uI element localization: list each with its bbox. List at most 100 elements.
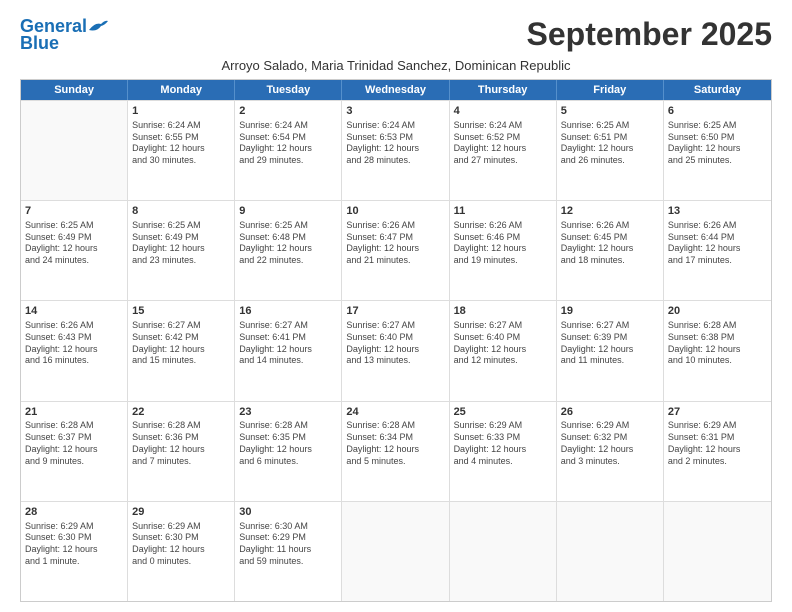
day-info: Sunrise: 6:29 AMSunset: 6:33 PMDaylight:… (454, 420, 552, 467)
calendar-cell: 6Sunrise: 6:25 AMSunset: 6:50 PMDaylight… (664, 101, 771, 200)
day-number: 5 (561, 104, 659, 119)
day-number: 25 (454, 405, 552, 420)
calendar-cell: 11Sunrise: 6:26 AMSunset: 6:46 PMDayligh… (450, 201, 557, 300)
logo-blue: Blue (20, 33, 59, 54)
calendar-cell: 28Sunrise: 6:29 AMSunset: 6:30 PMDayligh… (21, 502, 128, 601)
day-info: Sunrise: 6:24 AMSunset: 6:53 PMDaylight:… (346, 120, 444, 167)
day-number: 9 (239, 204, 337, 219)
day-info: Sunrise: 6:26 AMSunset: 6:45 PMDaylight:… (561, 220, 659, 267)
day-info: Sunrise: 6:29 AMSunset: 6:32 PMDaylight:… (561, 420, 659, 467)
day-info: Sunrise: 6:26 AMSunset: 6:46 PMDaylight:… (454, 220, 552, 267)
day-info: Sunrise: 6:30 AMSunset: 6:29 PMDaylight:… (239, 521, 337, 568)
calendar-cell: 2Sunrise: 6:24 AMSunset: 6:54 PMDaylight… (235, 101, 342, 200)
calendar-cell: 26Sunrise: 6:29 AMSunset: 6:32 PMDayligh… (557, 402, 664, 501)
month-title: September 2025 (527, 16, 772, 53)
day-number: 18 (454, 304, 552, 319)
day-info: Sunrise: 6:25 AMSunset: 6:49 PMDaylight:… (132, 220, 230, 267)
day-info: Sunrise: 6:28 AMSunset: 6:35 PMDaylight:… (239, 420, 337, 467)
day-info: Sunrise: 6:28 AMSunset: 6:37 PMDaylight:… (25, 420, 123, 467)
day-info: Sunrise: 6:27 AMSunset: 6:41 PMDaylight:… (239, 320, 337, 367)
day-of-week-tuesday: Tuesday (235, 80, 342, 100)
day-number: 19 (561, 304, 659, 319)
day-info: Sunrise: 6:24 AMSunset: 6:54 PMDaylight:… (239, 120, 337, 167)
subtitle: Arroyo Salado, Maria Trinidad Sanchez, D… (20, 58, 772, 73)
day-info: Sunrise: 6:28 AMSunset: 6:34 PMDaylight:… (346, 420, 444, 467)
day-number: 20 (668, 304, 767, 319)
logo-bird-icon (87, 18, 109, 36)
calendar-week-2: 7 Sunrise: 6:25 AMSunset: 6:49 PMDaylight… (21, 200, 771, 300)
day-info: Sunrise: 6:25 AMSunset: 6:48 PMDaylight:… (239, 220, 337, 267)
calendar-cell: 7Sunrise: 6:25 AMSunset: 6:49 PMDaylight… (21, 201, 128, 300)
calendar-cell (342, 502, 449, 601)
calendar-week-5: 28Sunrise: 6:29 AMSunset: 6:30 PMDayligh… (21, 501, 771, 601)
calendar-cell: 27Sunrise: 6:29 AMSunset: 6:31 PMDayligh… (664, 402, 771, 501)
day-info: Sunrise: 6:28 AMSunset: 6:36 PMDaylight:… (132, 420, 230, 467)
calendar-header: SundayMondayTuesdayWednesdayThursdayFrid… (21, 80, 771, 100)
calendar-week-4: 21Sunrise: 6:28 AMSunset: 6:37 PMDayligh… (21, 401, 771, 501)
day-of-week-monday: Monday (128, 80, 235, 100)
calendar-cell: 4Sunrise: 6:24 AMSunset: 6:52 PMDaylight… (450, 101, 557, 200)
calendar-cell: 15Sunrise: 6:27 AMSunset: 6:42 PMDayligh… (128, 301, 235, 400)
calendar-cell: 18Sunrise: 6:27 AMSunset: 6:40 PMDayligh… (450, 301, 557, 400)
day-number: 27 (668, 405, 767, 420)
day-info: Sunrise: 6:29 AMSunset: 6:30 PMDaylight:… (132, 521, 230, 568)
day-of-week-wednesday: Wednesday (342, 80, 449, 100)
calendar-cell: 1Sunrise: 6:24 AMSunset: 6:55 PMDaylight… (128, 101, 235, 200)
calendar-cell: 24Sunrise: 6:28 AMSunset: 6:34 PMDayligh… (342, 402, 449, 501)
calendar: SundayMondayTuesdayWednesdayThursdayFrid… (20, 79, 772, 602)
day-number: 13 (668, 204, 767, 219)
day-info: Sunrise: 6:26 AMSunset: 6:43 PMDaylight:… (25, 320, 123, 367)
day-number: 17 (346, 304, 444, 319)
day-number: 22 (132, 405, 230, 420)
day-of-week-friday: Friday (557, 80, 664, 100)
day-info: Sunrise: 6:25 AMSunset: 6:51 PMDaylight:… (561, 120, 659, 167)
calendar-cell (21, 101, 128, 200)
day-info: Sunrise: 6:24 AMSunset: 6:52 PMDaylight:… (454, 120, 552, 167)
calendar-week-1: 1Sunrise: 6:24 AMSunset: 6:55 PMDaylight… (21, 100, 771, 200)
day-info: Sunrise: 6:29 AMSunset: 6:31 PMDaylight:… (668, 420, 767, 467)
day-number: 4 (454, 104, 552, 119)
calendar-week-3: 14Sunrise: 6:26 AMSunset: 6:43 PMDayligh… (21, 300, 771, 400)
day-number: 2 (239, 104, 337, 119)
page: General Blue September 2025 Arroyo Salad… (0, 0, 792, 612)
day-number: 29 (132, 505, 230, 520)
calendar-cell: 16Sunrise: 6:27 AMSunset: 6:41 PMDayligh… (235, 301, 342, 400)
day-info: Sunrise: 6:29 AMSunset: 6:30 PMDaylight:… (25, 521, 123, 568)
day-info: Sunrise: 6:26 AMSunset: 6:47 PMDaylight:… (346, 220, 444, 267)
day-info: Sunrise: 6:28 AMSunset: 6:38 PMDaylight:… (668, 320, 767, 367)
calendar-cell: 20Sunrise: 6:28 AMSunset: 6:38 PMDayligh… (664, 301, 771, 400)
calendar-cell: 5Sunrise: 6:25 AMSunset: 6:51 PMDaylight… (557, 101, 664, 200)
day-number: 1 (132, 104, 230, 119)
calendar-cell: 22Sunrise: 6:28 AMSunset: 6:36 PMDayligh… (128, 402, 235, 501)
day-info: Sunrise: 6:27 AMSunset: 6:40 PMDaylight:… (454, 320, 552, 367)
day-info: Sunrise: 6:25 AMSunset: 6:50 PMDaylight:… (668, 120, 767, 167)
day-number: 30 (239, 505, 337, 520)
calendar-cell: 13Sunrise: 6:26 AMSunset: 6:44 PMDayligh… (664, 201, 771, 300)
calendar-cell: 3Sunrise: 6:24 AMSunset: 6:53 PMDaylight… (342, 101, 449, 200)
day-number: 11 (454, 204, 552, 219)
calendar-cell: 14Sunrise: 6:26 AMSunset: 6:43 PMDayligh… (21, 301, 128, 400)
day-number: 14 (25, 304, 123, 319)
day-number: 21 (25, 405, 123, 420)
calendar-cell (450, 502, 557, 601)
day-number: 26 (561, 405, 659, 420)
calendar-cell: 9Sunrise: 6:25 AMSunset: 6:48 PMDaylight… (235, 201, 342, 300)
day-info: Sunrise: 6:26 AMSunset: 6:44 PMDaylight:… (668, 220, 767, 267)
calendar-cell: 25Sunrise: 6:29 AMSunset: 6:33 PMDayligh… (450, 402, 557, 501)
calendar-cell: 29Sunrise: 6:29 AMSunset: 6:30 PMDayligh… (128, 502, 235, 601)
day-number: 24 (346, 405, 444, 420)
day-number: 16 (239, 304, 337, 319)
day-info: Sunrise: 6:27 AMSunset: 6:42 PMDaylight:… (132, 320, 230, 367)
day-number: 7 (25, 204, 123, 219)
day-of-week-sunday: Sunday (21, 80, 128, 100)
day-number: 10 (346, 204, 444, 219)
day-info: Sunrise: 6:27 AMSunset: 6:39 PMDaylight:… (561, 320, 659, 367)
logo: General Blue (20, 16, 109, 54)
day-number: 12 (561, 204, 659, 219)
calendar-cell: 21Sunrise: 6:28 AMSunset: 6:37 PMDayligh… (21, 402, 128, 501)
day-number: 6 (668, 104, 767, 119)
calendar-cell: 12Sunrise: 6:26 AMSunset: 6:45 PMDayligh… (557, 201, 664, 300)
header: General Blue September 2025 (20, 16, 772, 54)
calendar-cell (557, 502, 664, 601)
calendar-cell: 19Sunrise: 6:27 AMSunset: 6:39 PMDayligh… (557, 301, 664, 400)
